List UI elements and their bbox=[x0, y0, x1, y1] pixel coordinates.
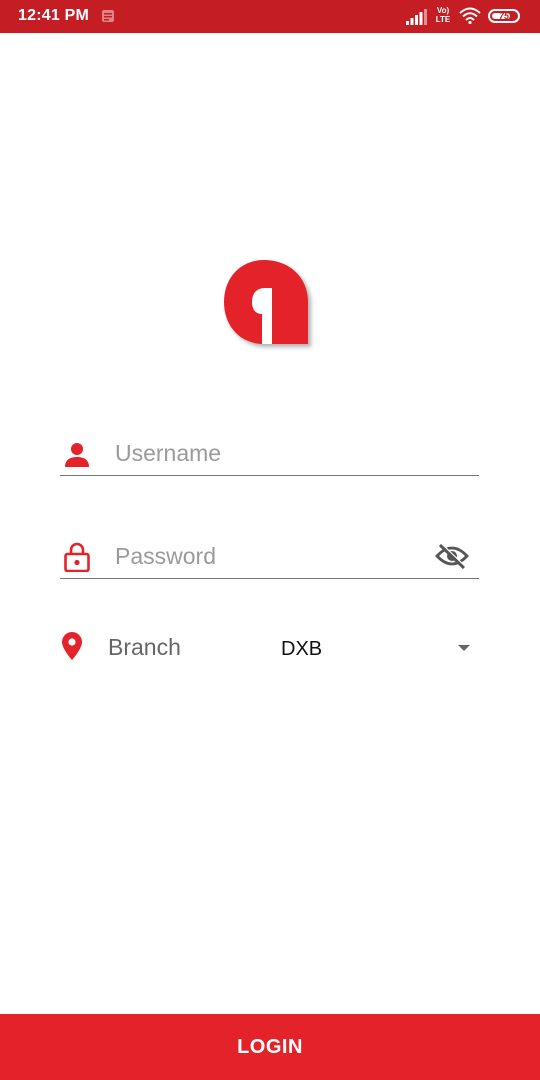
branch-dropdown[interactable]: DXB bbox=[280, 628, 470, 668]
username-input[interactable] bbox=[115, 438, 429, 468]
battery-level: 75 bbox=[498, 11, 509, 21]
battery-indicator: 75 bbox=[488, 9, 520, 23]
signal-icon bbox=[406, 9, 427, 25]
dropdown-arrow-icon bbox=[458, 645, 470, 651]
status-bar: 12:41 PM Vo) LTE 75 bbox=[0, 0, 540, 33]
person-icon bbox=[65, 443, 89, 467]
username-underline bbox=[60, 474, 479, 476]
eye-off-icon[interactable] bbox=[435, 542, 469, 570]
password-input[interactable] bbox=[115, 541, 429, 571]
login-button[interactable]: LOGIN bbox=[0, 1014, 540, 1080]
password-field bbox=[60, 533, 479, 579]
password-underline bbox=[60, 577, 479, 579]
lock-icon bbox=[64, 542, 90, 572]
branch-selected-value: DXB bbox=[281, 638, 323, 660]
network-type: Vo) LTE bbox=[435, 6, 451, 24]
location-pin-icon bbox=[62, 632, 82, 660]
brand-logo-icon bbox=[224, 260, 308, 344]
notification-icon bbox=[102, 10, 114, 22]
wifi-icon bbox=[459, 7, 481, 24]
branch-label: Branch bbox=[108, 634, 181, 660]
status-time: 12:41 PM bbox=[18, 7, 89, 24]
branch-row: Branch DXB bbox=[60, 628, 479, 668]
username-field bbox=[60, 430, 479, 476]
